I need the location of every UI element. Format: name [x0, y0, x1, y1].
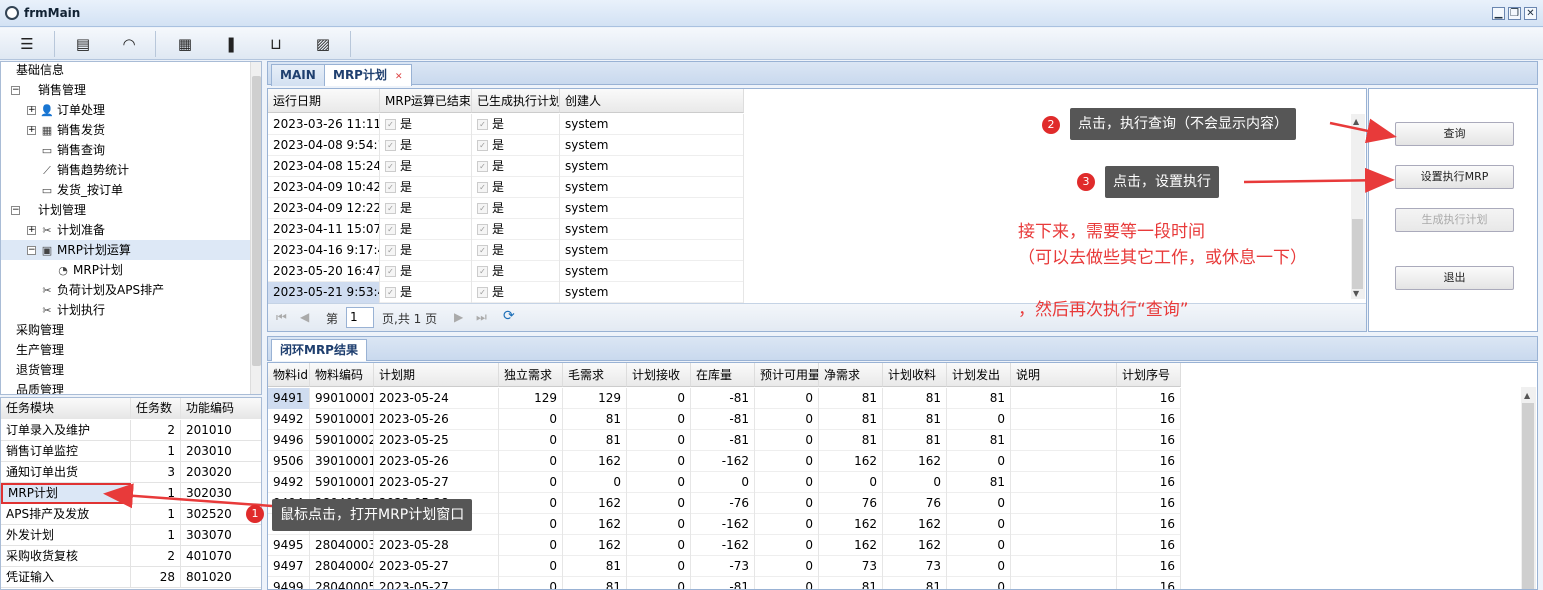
arrow-to-set-mrp-button	[1243, 167, 1395, 193]
arrow-to-query-button	[1329, 118, 1397, 144]
note-wait-line: 接下来，需要等一段时间	[1018, 222, 1205, 242]
annotation-arrows	[103, 118, 1397, 509]
step-note-3: 点击，设置执行	[1105, 166, 1219, 198]
step-badge-1: 1	[246, 505, 264, 523]
note-requery-line: ，然后再次执行“查询”	[1018, 300, 1189, 320]
step-badge-3: 3	[1077, 173, 1095, 191]
arrow-to-mrp-task	[103, 483, 273, 509]
note-rest-line: （可以去做些其它工作，或休息一下）	[1018, 248, 1307, 268]
step-badge-2: 2	[1042, 116, 1060, 134]
step-note-1: 鼠标点击，打开MRP计划窗口	[272, 499, 473, 531]
step-note-2: 点击，执行查询（不会显示内容）	[1070, 108, 1296, 140]
